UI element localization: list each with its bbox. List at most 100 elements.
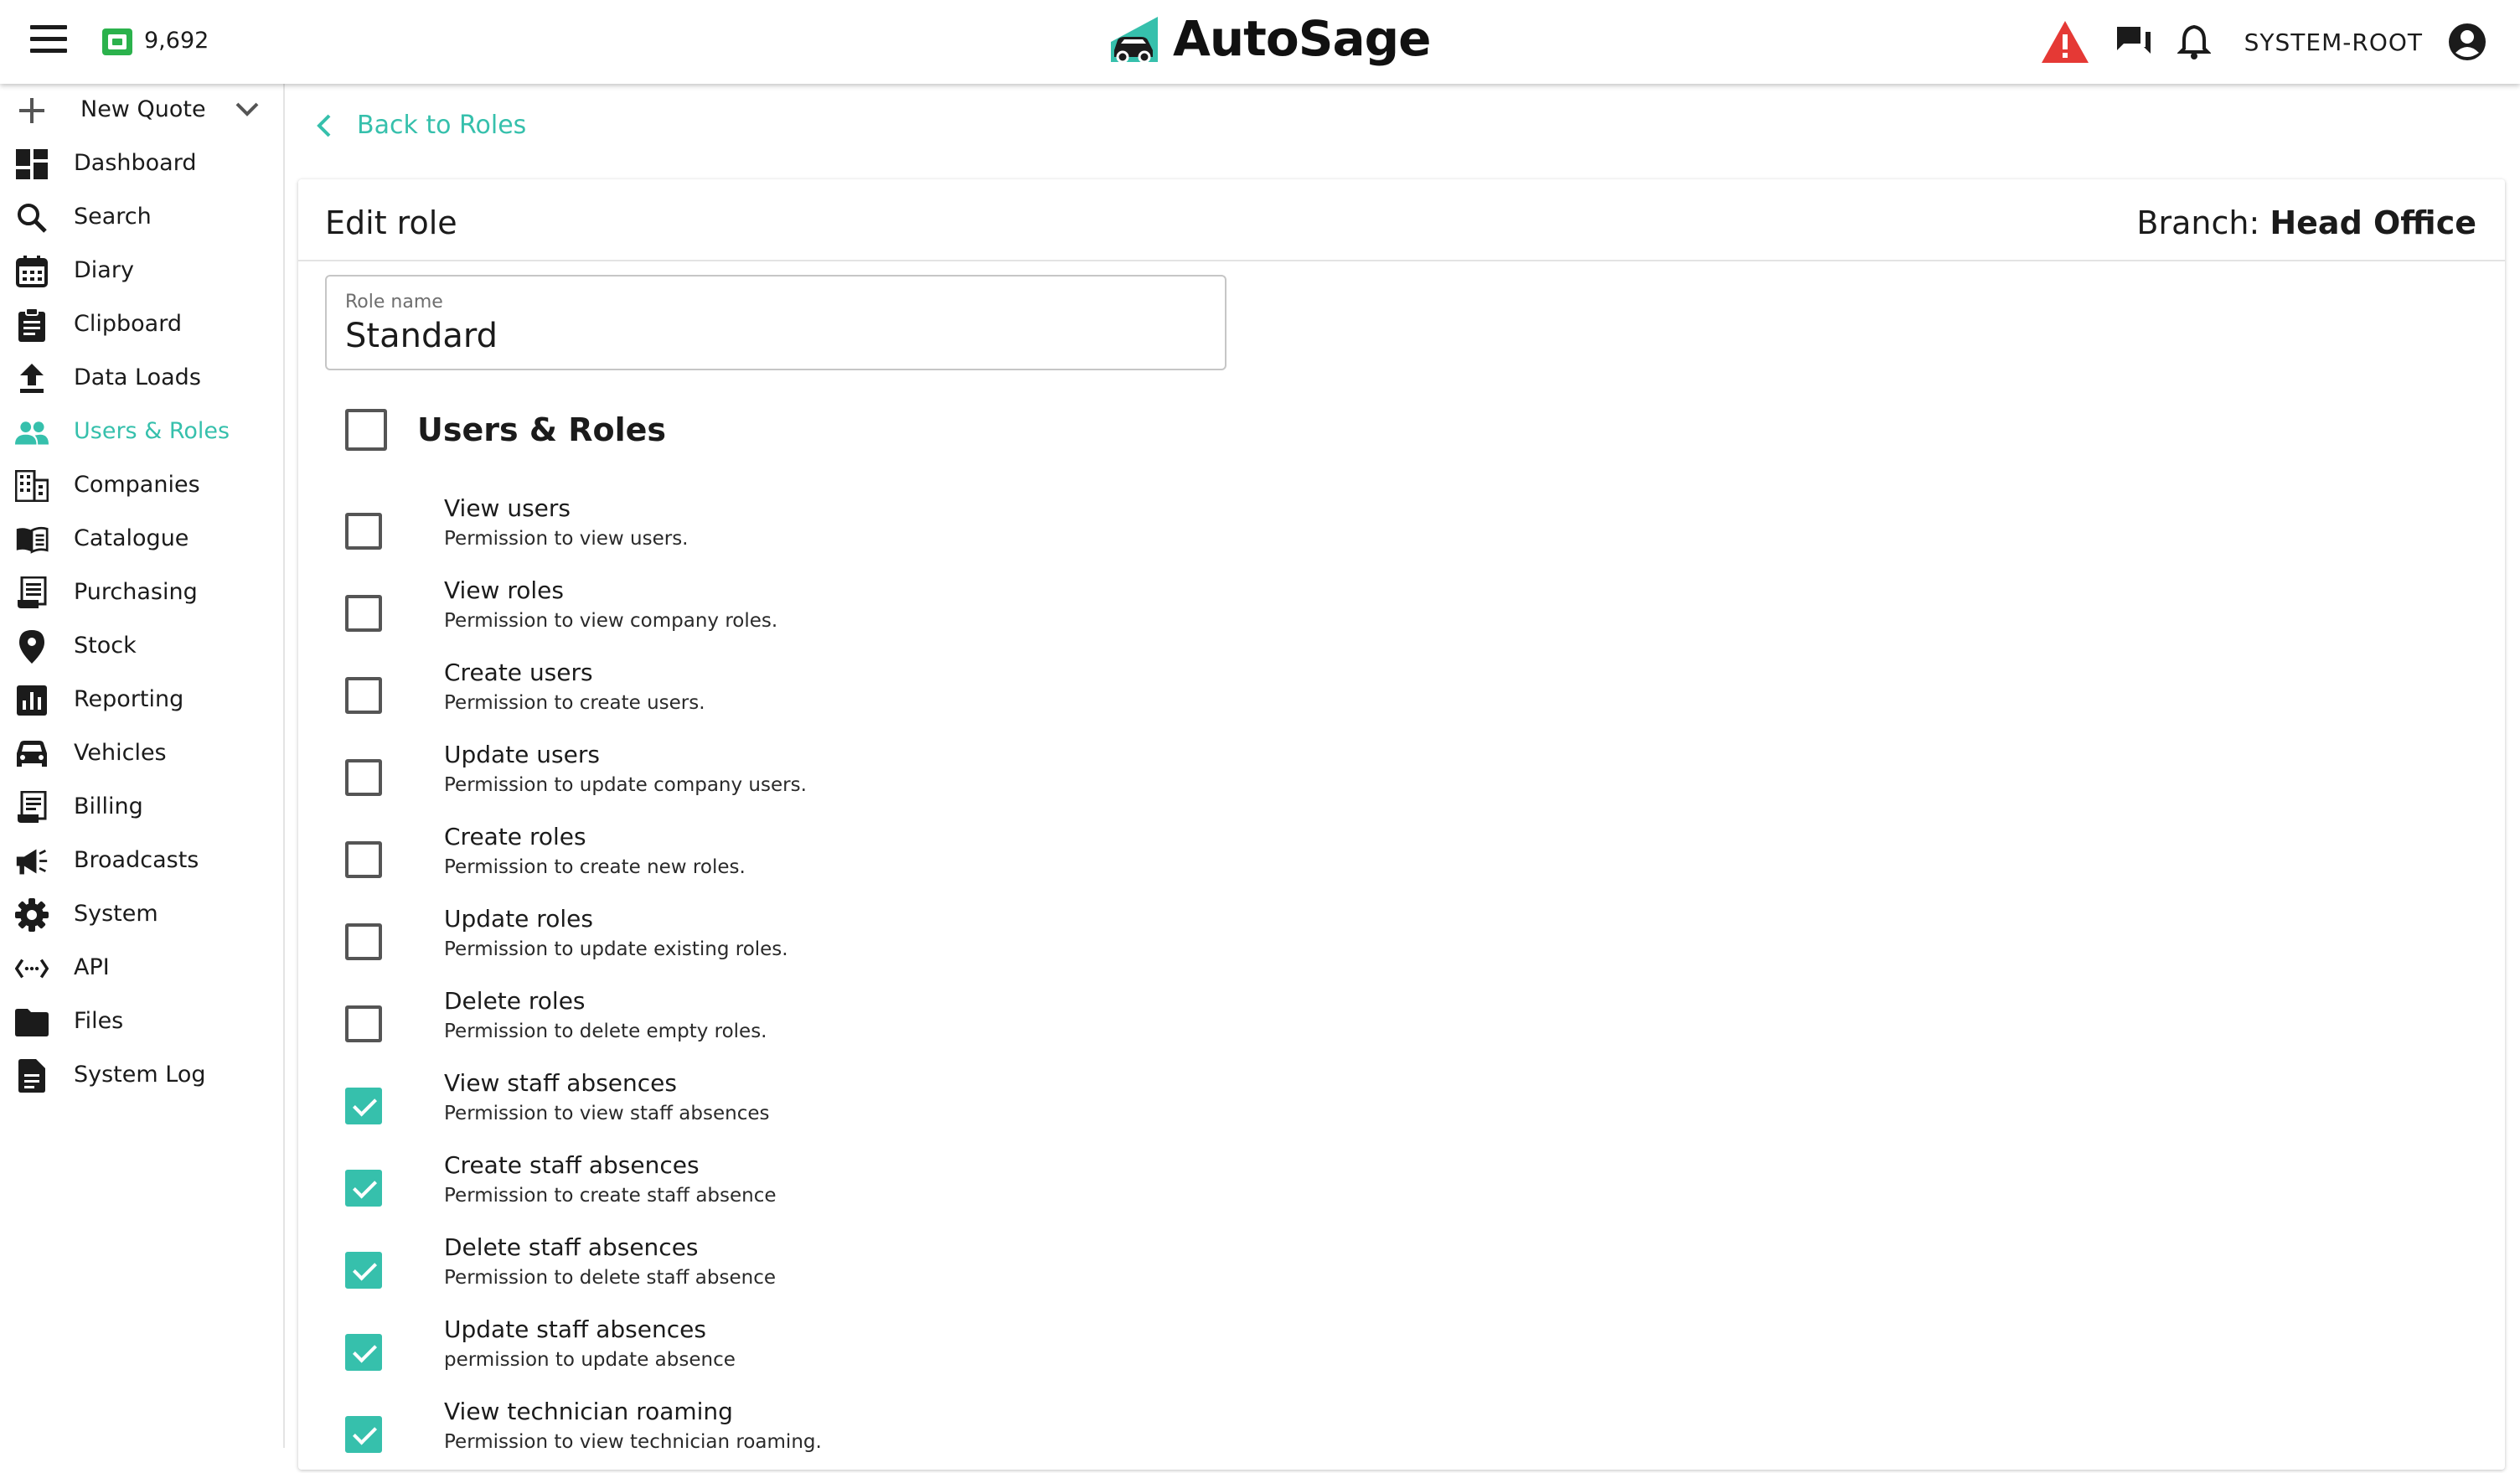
permission-checkbox[interactable] [345,923,382,960]
permission-checkbox[interactable] [345,1170,382,1207]
new-quote-label: New Quote [80,96,206,122]
people-icon [15,417,49,447]
gear-icon [15,898,49,932]
permission-checkbox[interactable] [345,1088,382,1124]
permission-checkbox[interactable] [345,677,382,714]
sidebar-item-search[interactable]: Search [0,191,283,245]
new-quote-button[interactable]: New Quote [0,84,283,137]
brand-logo[interactable]: AutoSage [1108,5,1432,72]
group-select-all-checkbox[interactable] [345,409,387,451]
permission-row-view-technician-roaming: View technician roaming Permission to vi… [345,1398,1350,1473]
book-icon [15,525,49,555]
sidebar-item-label: Files [74,1008,124,1034]
role-name-field[interactable]: Role name [325,275,1226,370]
permission-row-create-staff-absences: Create staff absences Permission to crea… [345,1151,1350,1227]
permission-row-view-staff-absences: View staff absences Permission to view s… [345,1069,1350,1145]
permission-description: Permission to delete empty roles. [444,1021,767,1042]
sidebar-item-files[interactable]: Files [0,995,283,1049]
sidebar-item-label: Dashboard [74,150,197,176]
sidebar-item-label: System [74,901,158,927]
permission-title: Create users [444,659,593,686]
sidebar-item-stock[interactable]: Stock [0,620,283,674]
edit-role-card: Edit role Branch: Head Office Role name … [298,179,2505,1470]
sidebar-item-label: Purchasing [74,579,198,605]
permission-description: Permission to view staff absences [444,1103,770,1124]
sidebar-item-label: API [74,954,110,980]
sidebar-item-broadcasts[interactable]: Broadcasts [0,835,283,888]
account-circle-icon[interactable] [2448,23,2486,61]
sidebar-item-system-log[interactable]: System Log [0,1049,283,1103]
dashboard-icon [15,149,49,179]
sidebar-item-companies[interactable]: Companies [0,459,283,513]
top-bar: 9,692 AutoSage SYSTEM-ROOT [0,0,2520,84]
sidebar-item-purchasing[interactable]: Purchasing [0,566,283,620]
branch-prefix: Branch: [2136,204,2260,241]
permission-checkbox[interactable] [345,513,382,550]
permission-row-update-roles: Update roles Permission to update existi… [345,905,1350,980]
permission-row-create-users: Create users Permission to create users. [345,659,1350,734]
permission-checkbox[interactable] [345,1334,382,1371]
sidebar-item-data-loads[interactable]: Data Loads [0,352,283,406]
search-icon [15,203,49,233]
sidebar-item-system[interactable]: System [0,888,283,942]
user-name[interactable]: SYSTEM-ROOT [2244,28,2423,56]
permission-group-header: Users & Roles [345,409,666,451]
sidebar-item-dashboard[interactable]: Dashboard [0,137,283,191]
sidebar-item-api[interactable]: API [0,942,283,995]
permission-group-title: Users & Roles [417,411,666,448]
permission-checkbox[interactable] [345,841,382,878]
sidebar-item-label: Broadcasts [74,847,199,873]
sidebar-item-diary[interactable]: Diary [0,245,283,298]
building-icon [15,470,49,502]
car-icon [15,739,49,769]
permission-checkbox[interactable] [345,1416,382,1453]
sidebar-item-label: System Log [74,1062,206,1088]
sidebar: New Quote Dashboard Search Diary Clipboa… [0,84,285,1448]
role-name-input[interactable] [345,317,1183,355]
hamburger-menu-icon[interactable] [30,25,67,59]
location-pin-icon [15,630,49,664]
api-icon [15,954,49,984]
sidebar-item-label: Users & Roles [74,418,230,444]
permission-checkbox[interactable] [345,1005,382,1042]
sidebar-item-label: Billing [74,793,143,819]
permission-description: Permission to create new roles. [444,856,746,878]
permission-title: View staff absences [444,1069,677,1097]
sidebar-item-billing[interactable]: Billing [0,781,283,835]
permission-description: Permission to create users. [444,692,705,714]
back-to-roles-link[interactable]: Back to Roles [315,111,526,140]
permission-checkbox[interactable] [345,595,382,632]
document-icon [15,1059,49,1093]
sidebar-item-label: Catalogue [74,525,189,551]
card-divider [298,260,2505,261]
back-link-label: Back to Roles [357,111,527,140]
permission-checkbox[interactable] [345,759,382,796]
sidebar-item-users-roles[interactable]: Users & Roles [0,406,283,459]
permission-title: Delete roles [444,987,586,1015]
sidebar-item-catalogue[interactable]: Catalogue [0,513,283,566]
permission-row-view-roles: View roles Permission to view company ro… [345,576,1350,652]
bell-icon[interactable] [2177,23,2211,60]
page-title: Edit role [325,204,457,241]
chat-icon[interactable] [2115,23,2152,60]
sidebar-item-label: Companies [74,472,200,498]
permission-title: View technician roaming [444,1398,733,1425]
permission-row-update-staff-absences: Update staff absences permission to upda… [345,1315,1350,1391]
sidebar-item-label: Reporting [74,686,184,712]
permission-checkbox[interactable] [345,1252,382,1289]
sidebar-item-label: Vehicles [74,740,167,766]
permission-description: Permission to update company users. [444,774,807,796]
top-actions: SYSTEM-ROOT [2015,18,2486,65]
sidebar-item-label: Stock [74,633,137,659]
permission-description: Permission to create staff absence [444,1185,777,1207]
car-logo-icon [1111,17,1158,64]
warning-icon[interactable] [2040,19,2090,65]
upload-icon [15,364,49,394]
permission-row-delete-staff-absences: Delete staff absences Permission to dele… [345,1233,1350,1309]
sidebar-item-vehicles[interactable]: Vehicles [0,727,283,781]
sidebar-item-clipboard[interactable]: Clipboard [0,298,283,352]
sidebar-item-reporting[interactable]: Reporting [0,674,283,727]
permission-title: View users [444,494,571,522]
chevron-down-icon[interactable] [235,99,260,122]
permission-description: Permission to view technician roaming. [444,1431,822,1453]
